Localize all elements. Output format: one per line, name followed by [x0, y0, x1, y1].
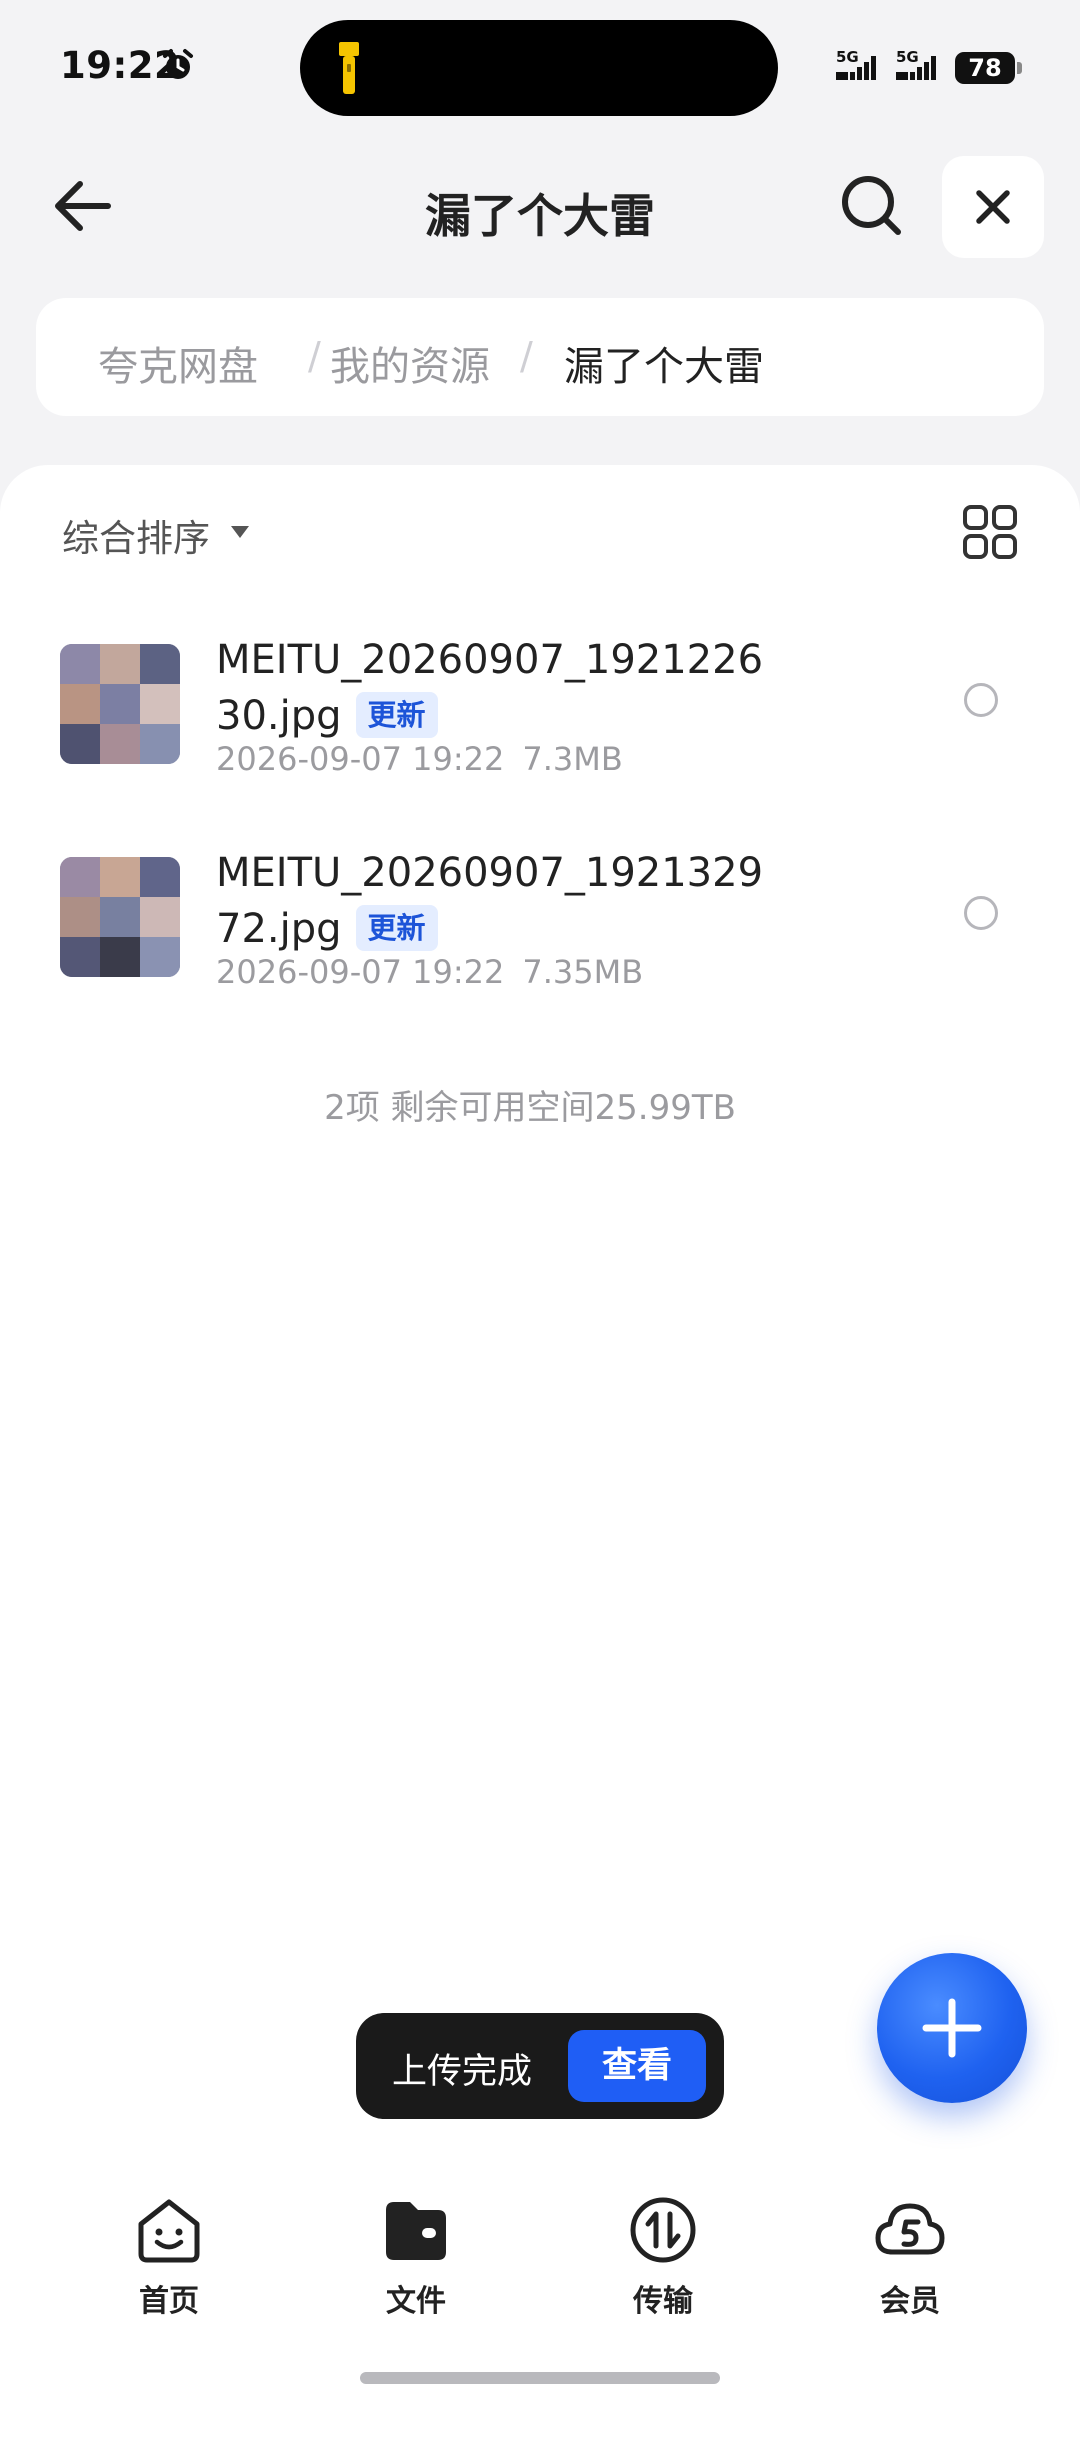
breadcrumb: 夸克网盘 / 我的资源 / 漏了个大雷 [36, 298, 1044, 416]
vip-cloud-icon [875, 2203, 945, 2255]
nav-transfer-label: 传输 [633, 2284, 693, 2319]
add-button[interactable] [877, 1953, 1027, 2103]
battery-indicator: 78 [955, 52, 1015, 84]
storage-summary: 2项 剩余可用空间25.99TB [324, 1088, 736, 1128]
home-face-icon [138, 2199, 200, 2263]
file-meta: 2026-09-07 19:22 7.35MB [216, 953, 644, 991]
search-icon[interactable] [838, 172, 904, 238]
breadcrumb-separator: / [308, 334, 321, 378]
nav-files-label: 文件 [386, 2284, 446, 2319]
update-badge: 更新 [355, 692, 438, 738]
nav-transfer[interactable]: 传输 [583, 2194, 743, 2320]
close-icon [976, 190, 1010, 224]
page-title: 漏了个大雷 [425, 189, 655, 243]
nav-files[interactable]: 文件 [336, 2194, 496, 2320]
grid-view-icon[interactable] [962, 504, 1018, 560]
update-badge: 更新 [355, 905, 438, 951]
nav-vip-label: 会员 [880, 2284, 940, 2319]
caret-down-icon[interactable] [229, 524, 251, 540]
image-thumbnail [60, 644, 180, 764]
breadcrumb-item-current: 漏了个大雷 [564, 344, 764, 390]
file-name: MEITU_20260907_192132972.jpg 更新 [216, 850, 764, 952]
flashlight-icon[interactable] [338, 40, 360, 96]
breadcrumb-separator: / [520, 334, 533, 378]
close-button[interactable] [942, 156, 1044, 258]
image-thumbnail [60, 857, 180, 977]
file-meta: 2026-09-07 19:22 7.3MB [216, 740, 623, 778]
plus-icon [922, 1998, 982, 2058]
transfer-icon [630, 2197, 696, 2263]
file-row[interactable]: MEITU_20260907_192122630.jpg 更新 2026-09-0… [0, 637, 1080, 844]
nav-vip[interactable]: 会员 [830, 2194, 990, 2320]
nav-home-label: 首页 [139, 2284, 199, 2319]
back-arrow-icon[interactable] [50, 176, 116, 236]
file-row[interactable]: MEITU_20260907_192132972.jpg 更新 2026-09-0… [0, 850, 1080, 1057]
home-indicator[interactable] [360, 2372, 720, 2384]
select-radio[interactable] [964, 683, 998, 717]
breadcrumb-item-root[interactable]: 夸克网盘 [98, 334, 258, 392]
alarm-clock-icon [163, 49, 193, 79]
nav-home[interactable]: 首页 [89, 2194, 249, 2320]
battery-tip [1017, 62, 1022, 74]
dynamic-island [300, 20, 778, 116]
toast-message: 上传完成 [392, 2052, 533, 2092]
view-button[interactable]: 查看 [568, 2030, 706, 2102]
sort-dropdown[interactable]: 综合排序 [62, 508, 210, 562]
upload-toast: 上传完成 查看 [356, 2013, 724, 2119]
file-name: MEITU_20260907_192122630.jpg 更新 [216, 637, 764, 739]
select-radio[interactable] [964, 896, 998, 930]
folder-icon [386, 2202, 446, 2260]
breadcrumb-item-resources[interactable]: 我的资源 [330, 334, 490, 392]
